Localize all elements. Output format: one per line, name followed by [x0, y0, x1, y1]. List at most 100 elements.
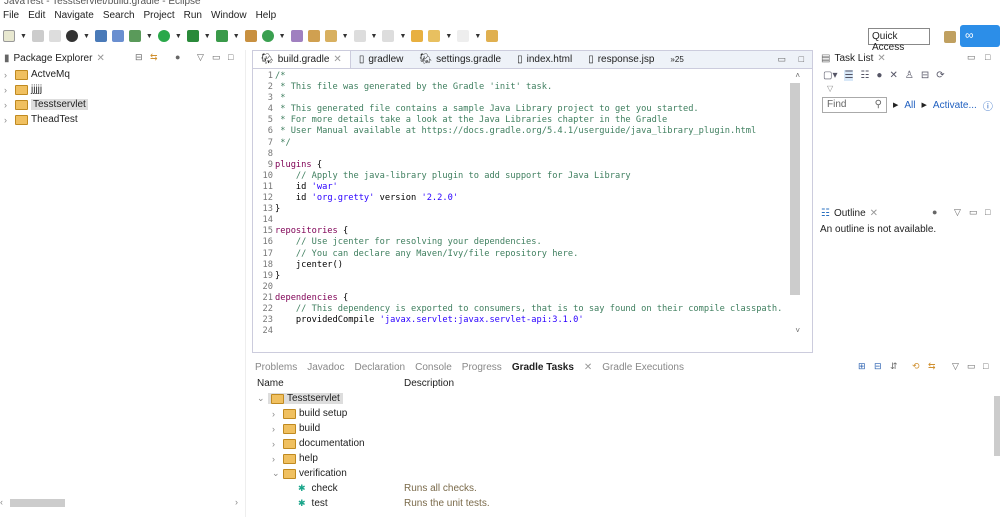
close-icon[interactable]: ✕: [333, 54, 341, 65]
link-icon[interactable]: ⇆: [928, 361, 936, 372]
project-item[interactable]: › TheadTest: [0, 112, 245, 127]
next-annotation-icon[interactable]: [353, 30, 366, 42]
scroll-left-icon[interactable]: ‹: [0, 497, 3, 507]
tab-declaration[interactable]: Declaration: [355, 362, 406, 373]
activate-link[interactable]: Activate...: [933, 100, 977, 111]
vertical-scrollbar[interactable]: [994, 396, 1000, 456]
code-editor[interactable]: 🐘︎ build.gradle ✕ ▯ gradlew 🐘︎ settings.grad…: [252, 50, 813, 353]
tab-gradle-tasks[interactable]: Gradle Tasks: [512, 362, 574, 373]
view-menu-icon[interactable]: ▽: [817, 84, 1000, 93]
tab-response-jsp[interactable]: ▯ response.jsp: [580, 51, 662, 68]
task-row[interactable]: ✱ check Runs all checks.: [252, 481, 1000, 496]
tab-build-gradle[interactable]: 🐘︎ build.gradle ✕: [253, 51, 351, 68]
menu-run[interactable]: Run: [181, 10, 208, 24]
tab-index-html[interactable]: ▯ index.html: [509, 51, 580, 68]
help-icon[interactable]: ⓘ: [983, 98, 993, 113]
external-tools-icon[interactable]: [215, 30, 228, 42]
collapse-all-icon[interactable]: ⊟: [874, 361, 882, 372]
sync-icon[interactable]: ⟳: [936, 70, 944, 81]
collapse-all-icon[interactable]: ⊟: [135, 52, 143, 63]
perspective-button[interactable]: ∞: [960, 25, 1000, 47]
scroll-down-icon[interactable]: ˅: [795, 326, 800, 335]
menu-edit[interactable]: Edit: [25, 10, 51, 24]
open-perspective-icon[interactable]: [944, 31, 956, 43]
tab-progress[interactable]: Progress: [462, 362, 502, 373]
collapse-icon[interactable]: ⊟: [921, 70, 929, 81]
search-icon[interactable]: [324, 30, 337, 42]
skip-breakpoints-icon[interactable]: [111, 30, 124, 42]
dropdown-icon[interactable]: ▼: [20, 33, 27, 40]
more-tabs-button[interactable]: »25: [662, 51, 691, 68]
tab-settings-gradle[interactable]: 🐘︎ settings.gradle: [411, 51, 509, 68]
view-menu-icon[interactable]: ▽: [954, 207, 961, 218]
coverage-icon[interactable]: [186, 30, 199, 42]
new-task-icon[interactable]: ▢▾: [823, 70, 837, 81]
categorized-icon[interactable]: ☰: [844, 70, 854, 81]
user-icon[interactable]: [65, 30, 78, 42]
tab-gradle-executions[interactable]: Gradle Executions: [602, 362, 684, 373]
package-explorer-title[interactable]: Package Explorer: [14, 53, 93, 64]
hide-completed-icon[interactable]: ✕: [889, 70, 897, 81]
scroll-right-icon[interactable]: ›: [235, 497, 238, 507]
column-name[interactable]: Name: [257, 378, 404, 389]
menu-help[interactable]: Help: [253, 10, 283, 24]
close-icon[interactable]: ✕: [584, 362, 592, 373]
run-icon[interactable]: [157, 30, 170, 42]
view-menu-icon[interactable]: ▽: [197, 52, 204, 63]
gradle-new-icon[interactable]: [261, 30, 274, 42]
maximize-icon[interactable]: □: [985, 207, 990, 217]
find-input[interactable]: Find ⚲: [822, 97, 887, 113]
project-item[interactable]: › ActveMq: [0, 67, 245, 82]
column-description[interactable]: Description: [404, 378, 454, 389]
task-group[interactable]: › help: [252, 451, 1000, 466]
new-icon[interactable]: [3, 30, 15, 42]
vertical-scrollbar[interactable]: [790, 83, 800, 295]
minimize-icon[interactable]: ▭: [212, 52, 221, 63]
debug-icon[interactable]: [128, 30, 141, 42]
code-area[interactable]: 1/* 2 * This file was generated by the Gr…: [253, 71, 790, 337]
maximize-icon[interactable]: □: [799, 54, 804, 64]
prev-annotation-icon[interactable]: [382, 30, 395, 42]
minimize-icon[interactable]: ▭: [969, 207, 978, 218]
maximize-icon[interactable]: □: [985, 52, 990, 62]
menu-search[interactable]: Search: [100, 10, 141, 24]
maximize-icon[interactable]: □: [983, 361, 988, 371]
focus-icon[interactable]: ●: [876, 70, 882, 81]
expand-all-icon[interactable]: ⊞: [858, 361, 866, 372]
task-list-title[interactable]: Task List: [834, 53, 873, 64]
maximize-icon[interactable]: □: [228, 52, 233, 62]
focus-icon[interactable]: ●: [175, 52, 180, 62]
project-item[interactable]: › jjjjj: [0, 82, 245, 97]
project-item-selected[interactable]: › Tesstservlet: [0, 97, 245, 112]
tab-console[interactable]: Console: [415, 362, 452, 373]
last-edit-icon[interactable]: [411, 30, 424, 42]
tab-javadoc[interactable]: Javadoc: [307, 362, 344, 373]
view-menu-icon[interactable]: ▽: [952, 361, 959, 372]
open-task-icon[interactable]: [307, 30, 320, 42]
back-icon[interactable]: [428, 30, 441, 42]
task-group[interactable]: › build setup: [252, 406, 1000, 421]
task-group[interactable]: › documentation: [252, 436, 1000, 451]
menu-window[interactable]: Window: [208, 10, 253, 24]
tree-root[interactable]: ⌄ Tesstservlet: [252, 391, 1000, 406]
minimize-icon[interactable]: ▭: [967, 361, 976, 372]
all-link[interactable]: All: [904, 100, 915, 111]
close-icon[interactable]: ✕: [877, 53, 885, 64]
minimize-icon[interactable]: ▭: [777, 54, 786, 65]
task-group[interactable]: ⌄ verification: [252, 466, 1000, 481]
task-row[interactable]: ✱ test Runs the unit tests.: [252, 496, 1000, 511]
close-icon[interactable]: ✕: [96, 53, 104, 64]
horizontal-scrollbar[interactable]: [10, 499, 65, 507]
quick-access-input[interactable]: Quick Access: [868, 28, 930, 53]
scheduled-icon[interactable]: ☷: [860, 70, 869, 81]
console-icon[interactable]: [94, 30, 107, 42]
forward-icon[interactable]: [457, 30, 470, 42]
tab-gradlew[interactable]: ▯ gradlew: [351, 51, 412, 68]
minimize-icon[interactable]: ▭: [967, 52, 976, 63]
close-icon[interactable]: ✕: [870, 208, 878, 219]
pin-editor-icon[interactable]: [486, 30, 499, 42]
open-type-icon[interactable]: [290, 30, 303, 42]
focus-icon[interactable]: ●: [932, 207, 937, 217]
save-icon[interactable]: [31, 30, 44, 42]
save-all-icon[interactable]: [48, 30, 61, 42]
